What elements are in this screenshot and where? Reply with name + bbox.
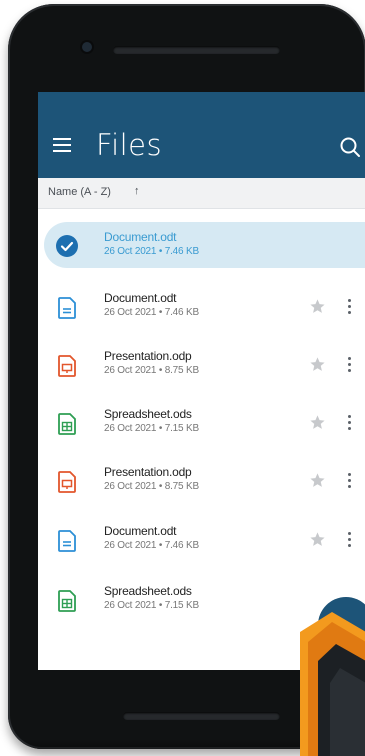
sort-arrow-up-icon[interactable]: ↑ bbox=[134, 185, 140, 197]
file-meta: 26 Oct 2021 • 8.75 KB bbox=[104, 481, 199, 492]
bottom-speaker bbox=[123, 712, 280, 720]
file-name: Spreadsheet.ods bbox=[104, 407, 192, 421]
file-row[interactable]: Spreadsheet.ods 26 Oct 2021 • 7.15 KB bbox=[38, 399, 365, 457]
hamburger-menu-icon[interactable] bbox=[53, 138, 73, 154]
document-icon bbox=[58, 530, 76, 552]
more-options-icon[interactable] bbox=[347, 471, 353, 491]
file-name: Document.odt bbox=[104, 524, 177, 538]
file-row[interactable]: Document.odt 26 Oct 2021 • 7.46 KB bbox=[38, 516, 365, 574]
more-options-icon[interactable] bbox=[347, 355, 353, 375]
more-options-icon[interactable] bbox=[347, 297, 353, 317]
presentation-icon bbox=[58, 355, 76, 377]
file-name: Document.odt bbox=[104, 291, 177, 305]
file-row[interactable]: Presentation.odp 26 Oct 2021 • 8.75 KB bbox=[38, 341, 365, 399]
spreadsheet-icon bbox=[58, 590, 76, 612]
page-title: Files bbox=[96, 128, 163, 162]
file-name: Presentation.odp bbox=[104, 349, 192, 363]
presentation-icon bbox=[58, 471, 76, 493]
file-name: Presentation.odp bbox=[104, 465, 192, 479]
app-bar: Files bbox=[38, 92, 365, 178]
file-row[interactable]: Presentation.odp 26 Oct 2021 • 8.75 KB bbox=[38, 457, 365, 515]
more-options-icon[interactable] bbox=[347, 530, 353, 550]
star-icon[interactable] bbox=[309, 298, 326, 315]
spreadsheet-icon bbox=[58, 413, 76, 435]
document-icon bbox=[58, 297, 76, 319]
file-row[interactable]: Document.odt 26 Oct 2021 • 7.46 KB bbox=[38, 222, 365, 280]
file-meta: 26 Oct 2021 • 8.75 KB bbox=[104, 365, 199, 376]
star-icon[interactable] bbox=[309, 414, 326, 431]
file-meta: 26 Oct 2021 • 7.46 KB bbox=[104, 246, 199, 257]
star-icon[interactable] bbox=[309, 356, 326, 373]
star-icon[interactable] bbox=[309, 472, 326, 489]
app-logo-icon bbox=[300, 612, 365, 756]
star-icon[interactable] bbox=[309, 531, 326, 548]
app-screen: Files Name (A - Z) ↑ Document.odt 26 Oct… bbox=[38, 92, 365, 670]
file-row[interactable]: Document.odt 26 Oct 2021 • 7.46 KB bbox=[38, 283, 365, 341]
file-meta: 26 Oct 2021 • 7.46 KB bbox=[104, 540, 199, 551]
file-meta: 26 Oct 2021 • 7.46 KB bbox=[104, 307, 199, 318]
file-meta: 26 Oct 2021 • 7.15 KB bbox=[104, 600, 199, 611]
more-options-icon[interactable] bbox=[347, 413, 353, 433]
file-meta: 26 Oct 2021 • 7.15 KB bbox=[104, 423, 199, 434]
front-camera bbox=[82, 42, 92, 52]
file-name: Document.odt bbox=[104, 230, 177, 244]
file-name: Spreadsheet.ods bbox=[104, 584, 192, 598]
search-icon[interactable] bbox=[339, 136, 361, 158]
sort-bar[interactable]: Name (A - Z) ↑ bbox=[38, 178, 365, 209]
sort-label: Name (A - Z) bbox=[48, 186, 111, 198]
checkmark-circle-icon[interactable] bbox=[56, 235, 78, 257]
top-speaker bbox=[113, 46, 280, 54]
